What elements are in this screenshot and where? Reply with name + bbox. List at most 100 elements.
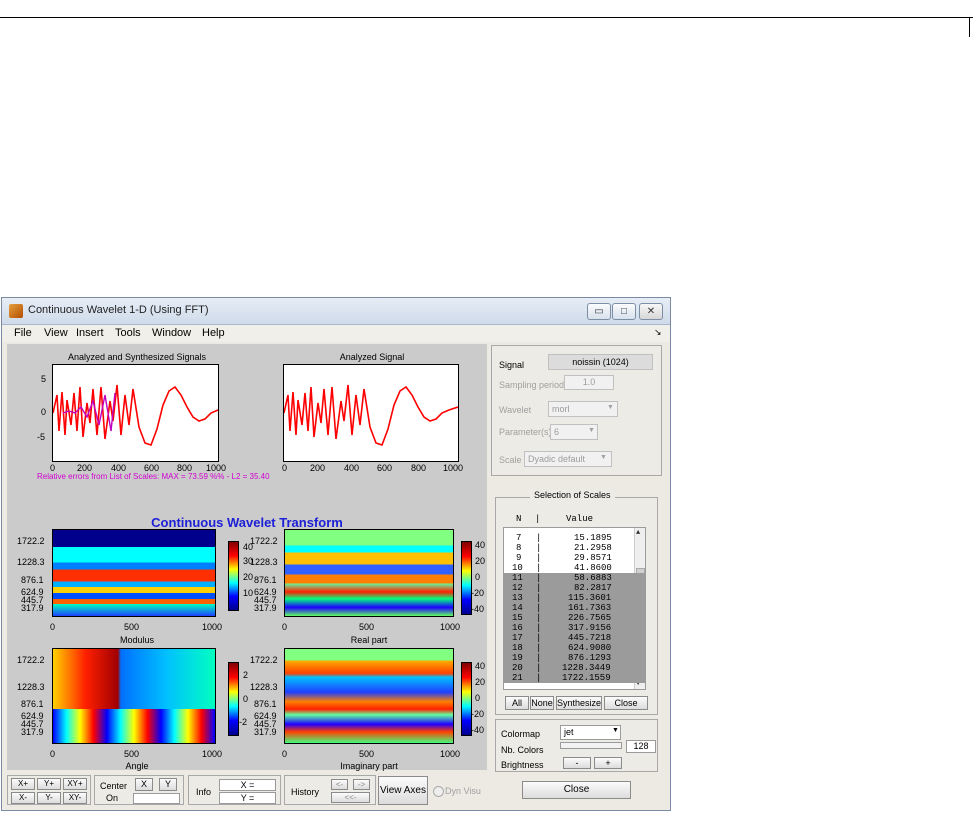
angle-y-317: 317.9	[21, 727, 44, 737]
scale-row-selected[interactable]: 17 | 445.7218	[504, 633, 645, 643]
scale-row-selected[interactable]: 18 | 624.9080	[504, 643, 645, 653]
window-title: Continuous Wavelet 1-D (Using FFT)	[28, 304, 209, 316]
select-none-button[interactable]: None	[530, 696, 554, 710]
real-cbar-0: 0	[475, 572, 481, 582]
menu-insert[interactable]: Insert	[76, 327, 104, 339]
scale-row-selected[interactable]: 12 | 82.2817	[504, 583, 645, 593]
imag-x-500: 500	[359, 749, 375, 759]
zoom-x-plus-button[interactable]: X+	[11, 778, 35, 790]
angle-x-0: 0	[50, 749, 56, 759]
scale-row[interactable]: 7 | 15.1895	[504, 533, 645, 543]
real-x-1000: 1000	[440, 622, 461, 632]
angle-x-1000: 1000	[202, 749, 223, 759]
mod-cbar-10: 10	[243, 588, 254, 598]
imag-cbar-20: 20	[475, 677, 486, 687]
scale-sep: |	[536, 543, 542, 553]
scale-row-selected[interactable]: 20 | 1228.3449	[504, 663, 645, 673]
scale-row-selected[interactable]: 14 | 161.7363	[504, 603, 645, 613]
history-prev-button[interactable]: <-	[331, 779, 348, 790]
scale-row-selected[interactable]: 15 | 226.7565	[504, 613, 645, 623]
scale-n: 13	[512, 593, 523, 603]
menu-file[interactable]: File	[14, 327, 32, 339]
view-axes-button[interactable]: View Axes	[378, 776, 428, 805]
scale-value: 15.1895	[574, 533, 612, 543]
analyzed-signal-plot[interactable]	[283, 364, 459, 462]
imaginary-part-label: Imaginary part	[340, 761, 398, 771]
synth-signal-plot[interactable]	[52, 364, 219, 462]
scale-n: 9	[516, 553, 522, 563]
scale-value: 876.1293	[568, 653, 612, 663]
real-cbar-m40: -40	[471, 604, 485, 614]
close-main-button[interactable]: Close	[522, 781, 631, 799]
close-window-button[interactable]: ✕	[639, 303, 663, 320]
scale-select[interactable]: Dyadic default	[524, 451, 612, 467]
angle-plot-lower	[52, 709, 216, 744]
dyn-visu-radio[interactable]	[433, 786, 444, 797]
selection-title: Selection of Scales	[530, 490, 615, 500]
angle-x-500: 500	[124, 749, 140, 759]
scale-value: 58.6883	[574, 573, 612, 583]
dyn-visu-label: Dyn Visu	[445, 786, 481, 796]
real-y-1228: 1228.3	[250, 557, 278, 567]
imag-cbar-0: 0	[475, 693, 481, 703]
brightness-plus-button[interactable]: +	[594, 757, 622, 769]
scale-n: 16	[512, 623, 523, 633]
center-x-button[interactable]: X	[135, 778, 153, 791]
scale-n: 20	[512, 663, 523, 673]
scale-row-selected[interactable]: 11 | 58.6883	[504, 573, 645, 583]
modulus-plot[interactable]	[52, 529, 216, 617]
real-part-plot[interactable]	[284, 529, 454, 617]
scale-row-selected[interactable]: 16 | 317.9156	[504, 623, 645, 633]
scale-sep: |	[536, 573, 542, 583]
zoom-xy-minus-button[interactable]: XY-	[63, 792, 87, 804]
scale-row[interactable]: 8 | 21.2958	[504, 543, 645, 553]
history-next-button[interactable]: ->	[353, 779, 370, 790]
scale-value: 445.7218	[568, 633, 612, 643]
ncolors-slider[interactable]	[560, 742, 622, 749]
real-y-876: 876.1	[254, 575, 277, 585]
sampling-field[interactable]: 1.0	[564, 375, 614, 390]
scales-list[interactable]: ▲ ▼ 7 | 15.1895 8 | 21.2958 9 | 29.8571 10 | 41.…	[503, 527, 646, 690]
scales-header-value: Value	[566, 514, 594, 524]
scale-sep: |	[536, 583, 542, 593]
info-label: Info	[196, 787, 212, 797]
zoom-y-minus-button[interactable]: Y-	[37, 792, 61, 804]
scale-sep: |	[536, 553, 542, 563]
ncolors-label: Nb. Colors	[501, 745, 544, 755]
scale-n: 21	[512, 673, 523, 683]
minimize-button[interactable]: ▭	[587, 303, 611, 320]
dock-arrow-icon[interactable]: ↘	[654, 327, 662, 338]
zoom-xy-plus-button[interactable]: XY+	[63, 778, 87, 790]
scale-row-selected[interactable]: 13 | 115.3601	[504, 593, 645, 603]
sampling-label: Sampling period	[499, 380, 565, 390]
imag-cbar-m40: -40	[471, 725, 485, 735]
ncolors-field[interactable]: 128	[626, 740, 656, 753]
scale-row-selected[interactable]: 21 | 1722.1559	[504, 673, 645, 683]
scale-n: 12	[512, 583, 523, 593]
zoom-x-minus-button[interactable]: X-	[11, 792, 35, 804]
menu-window[interactable]: Window	[152, 327, 191, 339]
scale-n: 11	[512, 573, 523, 583]
menu-tools[interactable]: Tools	[115, 327, 141, 339]
scale-sep: |	[536, 633, 542, 643]
scale-row-selected[interactable]: 19 | 876.1293	[504, 653, 645, 663]
info-y-field: Y =	[219, 792, 276, 804]
scale-row[interactable]: 10 | 41.8600	[504, 563, 645, 573]
menu-help[interactable]: Help	[202, 327, 225, 339]
mod-y-876: 876.1	[21, 575, 44, 585]
close-selection-button[interactable]: Close	[604, 696, 648, 710]
imaginary-part-plot[interactable]	[284, 648, 454, 744]
maximize-button[interactable]: □	[612, 303, 636, 320]
history-first-button[interactable]: <<-	[331, 792, 370, 803]
scale-value: 317.9156	[568, 623, 612, 633]
zoom-y-plus-button[interactable]: Y+	[37, 778, 61, 790]
center-y-button[interactable]: Y	[159, 778, 177, 791]
select-all-button[interactable]: All	[505, 696, 529, 710]
scale-sep: |	[536, 673, 542, 683]
brightness-minus-button[interactable]: -	[563, 757, 591, 769]
synthesize-button[interactable]: Synthesize	[556, 696, 602, 710]
parameter-dropdown-icon: ▼	[588, 427, 595, 434]
menu-view[interactable]: View	[44, 327, 68, 339]
mod-x-0: 0	[50, 622, 56, 632]
scale-row[interactable]: 9 | 29.8571	[504, 553, 645, 563]
